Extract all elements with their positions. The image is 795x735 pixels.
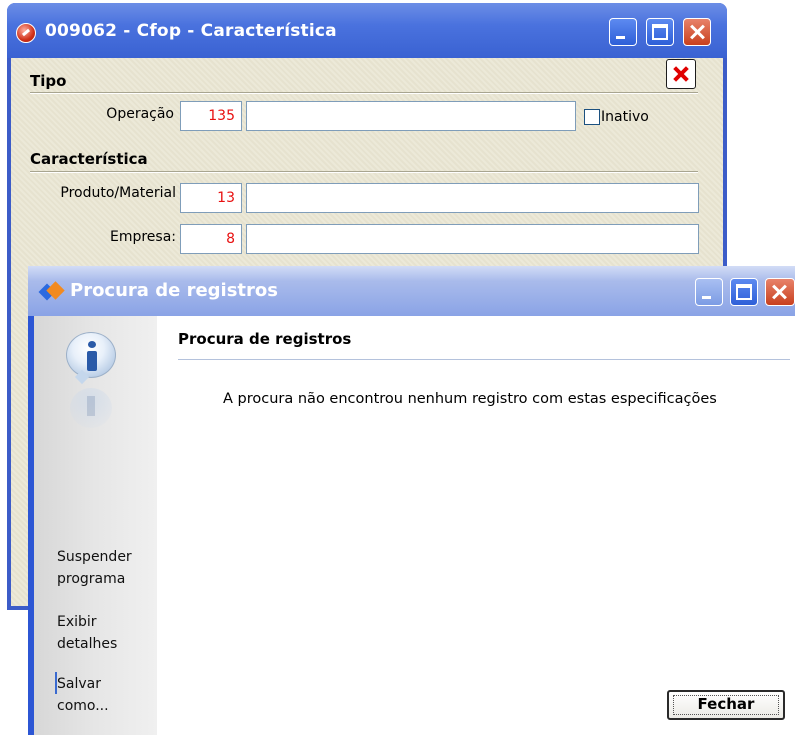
suspender-programa-link[interactable]: Suspender programa — [57, 546, 132, 590]
app-logo-icon — [16, 23, 36, 43]
close-button[interactable] — [683, 18, 711, 46]
section-tipo-heading: Tipo — [30, 72, 67, 90]
dialog-minimize-button[interactable] — [695, 278, 723, 306]
operacao-code-field[interactable]: 135 — [180, 101, 242, 131]
dialog-heading-divider — [178, 359, 790, 360]
fechar-button[interactable]: Fechar — [667, 690, 785, 720]
produto-material-code-field[interactable]: 13 — [180, 183, 242, 213]
dialog-title: Procura de registros — [70, 280, 278, 301]
search-app-icon — [41, 282, 63, 302]
dialog-maximize-button[interactable] — [730, 278, 758, 306]
maximize-icon — [652, 24, 668, 40]
exibir-detalhes-link[interactable]: Exibir detalhes — [57, 611, 117, 655]
maximize-icon — [736, 284, 752, 300]
inativo-checkbox[interactable] — [584, 109, 600, 125]
main-window-title: 009062 - Cfop - Característica — [45, 21, 337, 41]
info-icon-reflection — [70, 388, 112, 428]
salvar-como-link[interactable]: Salvar como... — [57, 673, 109, 717]
minimize-icon — [616, 36, 625, 39]
close-icon — [766, 279, 792, 305]
dialog-message: A procura não encontrou nenhum registro … — [223, 391, 717, 407]
empresa-label: Empresa: — [109, 229, 176, 245]
dialog-close-button[interactable] — [765, 278, 795, 306]
main-window-titlebar[interactable]: 009062 - Cfop - Característica — [7, 3, 727, 58]
dialog-titlebar[interactable]: Procura de registros — [28, 266, 795, 316]
dialog-heading: Procura de registros — [178, 330, 352, 348]
produto-material-label: Produto/Material — [60, 185, 176, 201]
empresa-description-field[interactable] — [246, 224, 699, 254]
empresa-code-field[interactable]: 8 — [180, 224, 242, 254]
operacao-description-field[interactable] — [246, 101, 576, 131]
fechar-focus-ring — [673, 695, 779, 715]
close-icon — [684, 19, 710, 45]
section-caracteristica-heading: Característica — [30, 150, 148, 168]
minimize-button[interactable] — [609, 18, 637, 46]
minimize-icon — [702, 296, 711, 299]
maximize-button[interactable] — [646, 18, 674, 46]
red-x-icon[interactable] — [666, 59, 696, 89]
operacao-label: Operação — [106, 106, 174, 122]
produto-material-description-field[interactable] — [246, 183, 699, 213]
inativo-label[interactable]: Inativo — [601, 109, 649, 125]
procura-registros-dialog: Procura de registros — [28, 266, 795, 735]
section-tipo-divider — [30, 92, 698, 94]
info-icon — [66, 332, 116, 378]
section-caracteristica-divider — [30, 171, 698, 173]
dialog-content — [157, 316, 795, 735]
